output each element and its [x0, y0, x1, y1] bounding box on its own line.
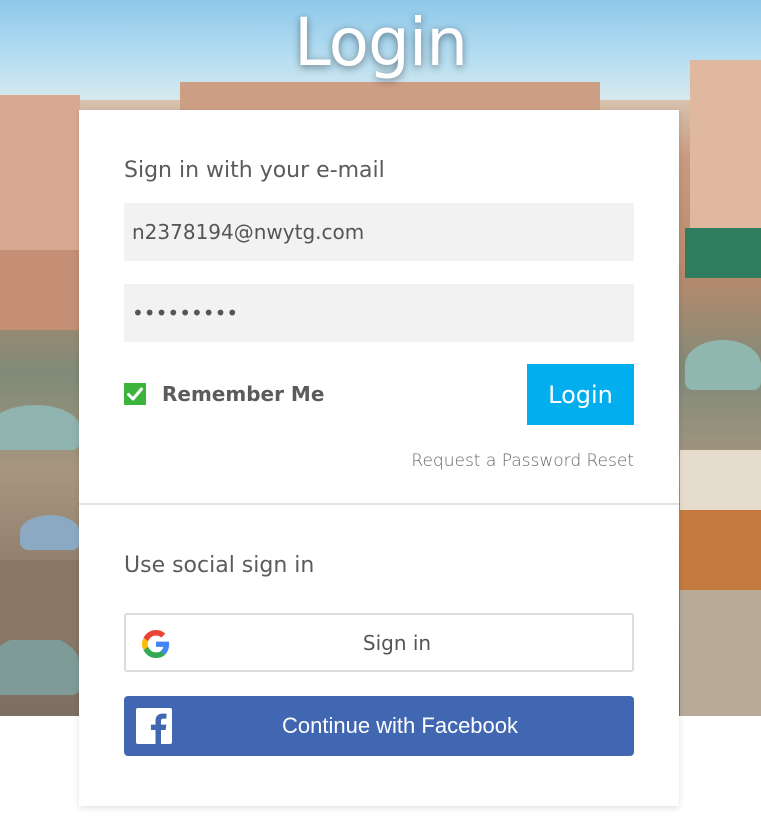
- password-reset-link[interactable]: Request a Password Reset: [411, 451, 634, 471]
- facebook-icon: [136, 708, 172, 744]
- remember-me[interactable]: Remember Me: [124, 382, 324, 406]
- street: [680, 590, 761, 716]
- building: [180, 82, 600, 112]
- umbrella: [20, 515, 80, 550]
- login-button[interactable]: Login: [527, 364, 634, 425]
- building: [0, 250, 80, 330]
- umbrella: [0, 635, 80, 695]
- umbrella: [685, 340, 761, 390]
- email-section-heading: Sign in with your e-mail: [124, 158, 385, 183]
- facebook-button[interactable]: Continue with Facebook: [124, 696, 634, 756]
- login-card: Sign in with your e-mail Remember Me Log…: [79, 110, 679, 806]
- remember-checkbox[interactable]: [124, 383, 146, 405]
- umbrella: [0, 405, 80, 450]
- divider: [79, 503, 679, 505]
- google-sign-in-button[interactable]: Sign in: [124, 613, 634, 672]
- street: [0, 560, 80, 640]
- google-icon: [142, 630, 170, 658]
- facebook-label: Continue with Facebook: [281, 713, 519, 738]
- page-title: Login: [293, 4, 468, 81]
- remember-label: Remember Me: [162, 382, 325, 406]
- google-sign-in-label: Sign in: [362, 630, 432, 655]
- email-field[interactable]: [124, 203, 634, 261]
- awning: [685, 228, 761, 278]
- building: [690, 60, 761, 230]
- social-section-heading: Use social sign in: [124, 553, 315, 578]
- checkmark-icon: [127, 387, 143, 401]
- stall: [680, 450, 761, 510]
- password-field[interactable]: [124, 284, 634, 342]
- building: [0, 95, 80, 255]
- stall: [680, 510, 761, 590]
